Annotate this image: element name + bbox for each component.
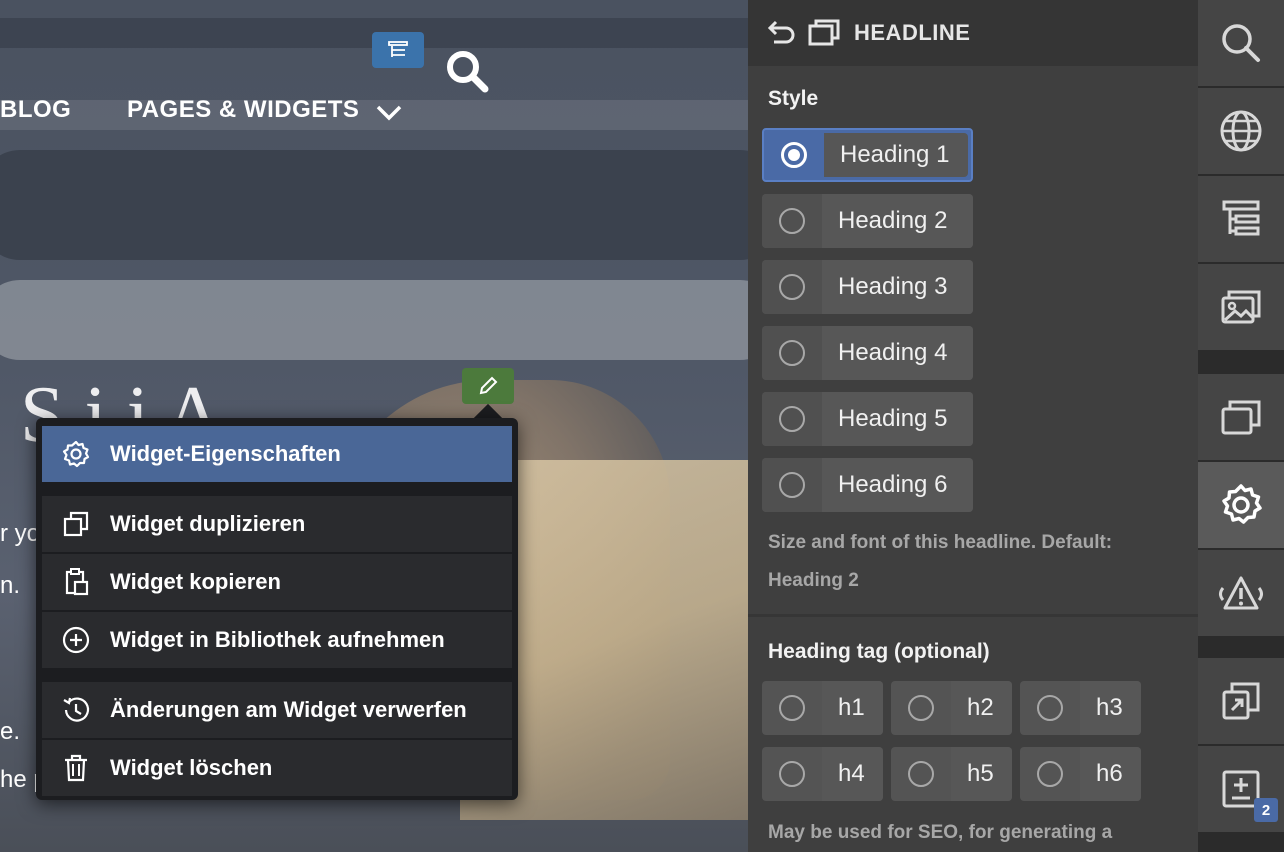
panel-title: HEADLINE [854, 20, 971, 45]
menu-item-label: Widget duplizieren [110, 511, 306, 536]
sidebar-structure-button[interactable] [1198, 176, 1284, 262]
radio-selected-icon [781, 142, 807, 168]
radio-icon [779, 761, 805, 787]
menu-item-copy-widget[interactable]: Widget kopieren [42, 554, 512, 610]
tag-help-text: May be used for SEO, for generating a [768, 822, 1113, 843]
menu-item-widget-properties[interactable]: Widget-Eigenschaften [42, 426, 512, 482]
tag-option-h6[interactable]: h6 [1020, 747, 1141, 801]
panel-header: HEADLINE [748, 0, 1198, 66]
heading-option-6[interactable]: Heading 6 [762, 458, 973, 512]
heading-option-label: Heading 4 [822, 326, 973, 380]
menu-item-discard-changes[interactable]: Änderungen am Widget verwerfen [42, 682, 512, 738]
clipboard-count-badge: 2 [1254, 798, 1278, 822]
tag-option-label: h2 [951, 681, 1012, 735]
warning-icon [1219, 576, 1263, 610]
radio-icon [779, 208, 805, 234]
heading-option-1[interactable]: Heading 1 [762, 128, 973, 182]
menu-item-add-to-library[interactable]: Widget in Bibliothek aufnehmen [42, 612, 512, 668]
tag-option-label: h3 [1080, 681, 1141, 735]
radio-icon [779, 340, 805, 366]
heading-option-label: Heading 1 [824, 133, 968, 177]
tag-option-h2[interactable]: h2 [891, 681, 1012, 735]
right-sidebar: 2 [1198, 0, 1284, 852]
radio-icon [779, 406, 805, 432]
globe-icon [1220, 110, 1262, 152]
sidebar-search-button[interactable] [1198, 0, 1284, 86]
plus-circle-icon [42, 625, 110, 655]
tag-option-label: h6 [1080, 747, 1141, 801]
background-stripe [0, 280, 748, 360]
sidebar-globe-button[interactable] [1198, 88, 1284, 174]
radio-icon [908, 695, 934, 721]
radio-icon [779, 695, 805, 721]
tag-option-h1[interactable]: h1 [762, 681, 883, 735]
menu-item-label: Änderungen am Widget verwerfen [110, 697, 467, 722]
menu-item-label: Widget kopieren [110, 569, 281, 594]
menu-item-label: Widget löschen [110, 755, 273, 780]
sidebar-warnings-button[interactable] [1198, 550, 1284, 636]
widget-context-menu: Widget-Eigenschaften Widget duplizieren … [36, 418, 518, 800]
chevron-down-icon[interactable] [374, 97, 404, 127]
structure-icon [1222, 200, 1260, 236]
heading-option-label: Heading 6 [822, 458, 973, 512]
sidebar-clipboard-button[interactable]: 2 [1198, 746, 1284, 832]
duplicate-icon [42, 509, 110, 539]
windows-icon [808, 19, 840, 46]
heading-option-4[interactable]: Heading 4 [762, 326, 973, 380]
tag-option-h4[interactable]: h4 [762, 747, 883, 801]
heading-option-3[interactable]: Heading 3 [762, 260, 973, 314]
style-help-text: Size and font of this headline. Default:… [768, 532, 1113, 591]
widget-edit-button[interactable] [462, 368, 514, 404]
style-section-title: Style [768, 87, 819, 110]
properties-panel: HEADLINE Style Heading 1 Heading 2 Headi… [748, 0, 1198, 852]
body-text-line: e. [0, 718, 21, 745]
sidebar-copy-button[interactable] [1198, 658, 1284, 744]
history-icon [42, 695, 110, 725]
gear-icon [42, 439, 110, 469]
structure-icon [388, 41, 408, 57]
gear-icon [1222, 484, 1262, 524]
radio-icon [779, 472, 805, 498]
heading-option-label: Heading 2 [822, 194, 973, 248]
menu-item-label: Widget in Bibliothek aufnehmen [110, 627, 445, 652]
windows-icon [1221, 400, 1261, 435]
search-icon [1222, 24, 1260, 62]
images-icon [1221, 290, 1261, 324]
tag-option-label: h1 [822, 681, 883, 735]
heading-option-5[interactable]: Heading 5 [762, 392, 973, 446]
sidebar-windows-button[interactable] [1198, 374, 1284, 460]
tag-option-h3[interactable]: h3 [1020, 681, 1141, 735]
sidebar-images-button[interactable] [1198, 264, 1284, 350]
sidebar-settings-button[interactable] [1198, 462, 1284, 548]
pencil-icon [479, 376, 498, 395]
background-stripe [0, 150, 748, 260]
trash-icon [42, 753, 110, 783]
heading-option-label: Heading 3 [822, 260, 973, 314]
tag-option-h5[interactable]: h5 [891, 747, 1012, 801]
tag-option-label: h4 [822, 747, 883, 801]
menu-item-delete-widget[interactable]: Widget löschen [42, 740, 512, 796]
radio-icon [1037, 695, 1063, 721]
search-icon[interactable] [444, 48, 490, 94]
heading-option-2[interactable]: Heading 2 [762, 194, 973, 248]
section-divider [748, 614, 1198, 617]
radio-icon [1037, 761, 1063, 787]
structure-badge[interactable] [372, 32, 424, 68]
nav-blog-link[interactable]: BLOG [0, 96, 71, 124]
nav-pages-widgets-link[interactable]: PAGES & WIDGETS [127, 96, 359, 124]
menu-item-label: Widget-Eigenschaften [110, 441, 341, 466]
clipboard-icon [42, 567, 110, 597]
heading-tag-section-title: Heading tag (optional) [768, 640, 990, 663]
copy-icon [1222, 682, 1260, 720]
menu-divider [42, 668, 512, 680]
back-arrow-icon[interactable] [762, 15, 798, 51]
radio-icon [779, 274, 805, 300]
body-text-line: n. [0, 572, 21, 599]
radio-icon [908, 761, 934, 787]
menu-item-duplicate-widget[interactable]: Widget duplizieren [42, 496, 512, 552]
heading-option-label: Heading 5 [822, 392, 973, 446]
tag-option-label: h5 [951, 747, 1012, 801]
